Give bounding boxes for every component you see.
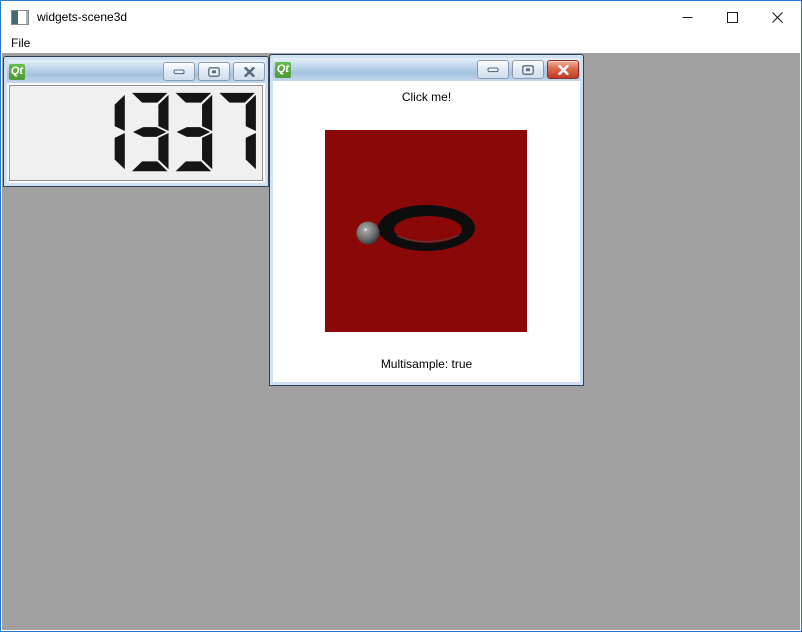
minimize-button[interactable]	[665, 2, 710, 32]
scene3d-viewport[interactable]	[325, 130, 527, 332]
window-titlebar[interactable]: widgets-scene3d	[2, 2, 800, 32]
app-icon	[11, 10, 29, 25]
close-button[interactable]	[547, 60, 579, 79]
maximize-icon	[208, 67, 220, 77]
maximize-icon	[522, 65, 534, 75]
multisample-status-label: Multisample: true	[273, 357, 580, 371]
maximize-button[interactable]	[198, 62, 230, 81]
window-controls	[665, 2, 800, 32]
scene3d-subwindow-titlebar[interactable]: Qt	[273, 58, 580, 81]
scene-background	[325, 130, 527, 332]
minimize-icon	[173, 67, 185, 76]
main-window: widgets-scene3d File Qt	[0, 0, 802, 632]
lcd-subwindow-content	[7, 83, 265, 183]
close-icon	[244, 67, 255, 77]
close-icon	[558, 65, 569, 75]
menu-file[interactable]: File	[2, 34, 39, 52]
sphere-mesh	[357, 222, 380, 245]
lcd-subwindow: Qt	[3, 56, 269, 187]
minimize-icon	[682, 12, 693, 23]
sphere-specular	[364, 228, 366, 230]
maximize-icon	[727, 12, 738, 23]
close-button[interactable]	[233, 62, 265, 81]
scene3d-subwindow: Qt Click me!	[269, 54, 584, 386]
lcd-subwindow-controls	[160, 62, 265, 81]
close-button[interactable]	[755, 2, 800, 32]
maximize-button[interactable]	[710, 2, 755, 32]
qt-logo-icon: Qt	[275, 62, 291, 78]
minimize-button[interactable]	[163, 62, 195, 81]
lcd-number-display	[9, 85, 263, 181]
maximize-button[interactable]	[512, 60, 544, 79]
mdi-area: Qt	[2, 53, 800, 630]
minimize-icon	[487, 65, 499, 74]
lcd-digits	[10, 86, 262, 180]
scene3d-subwindow-controls	[474, 60, 580, 79]
menubar: File	[2, 32, 800, 53]
scene3d-subwindow-content: Click me! Multisample: t	[273, 81, 580, 382]
minimize-button[interactable]	[477, 60, 509, 79]
window-title: widgets-scene3d	[37, 10, 127, 24]
click-me-button[interactable]: Click me!	[273, 89, 580, 105]
close-icon	[772, 12, 783, 23]
lcd-subwindow-titlebar[interactable]: Qt	[7, 60, 265, 83]
qt-logo-icon: Qt	[9, 64, 25, 80]
